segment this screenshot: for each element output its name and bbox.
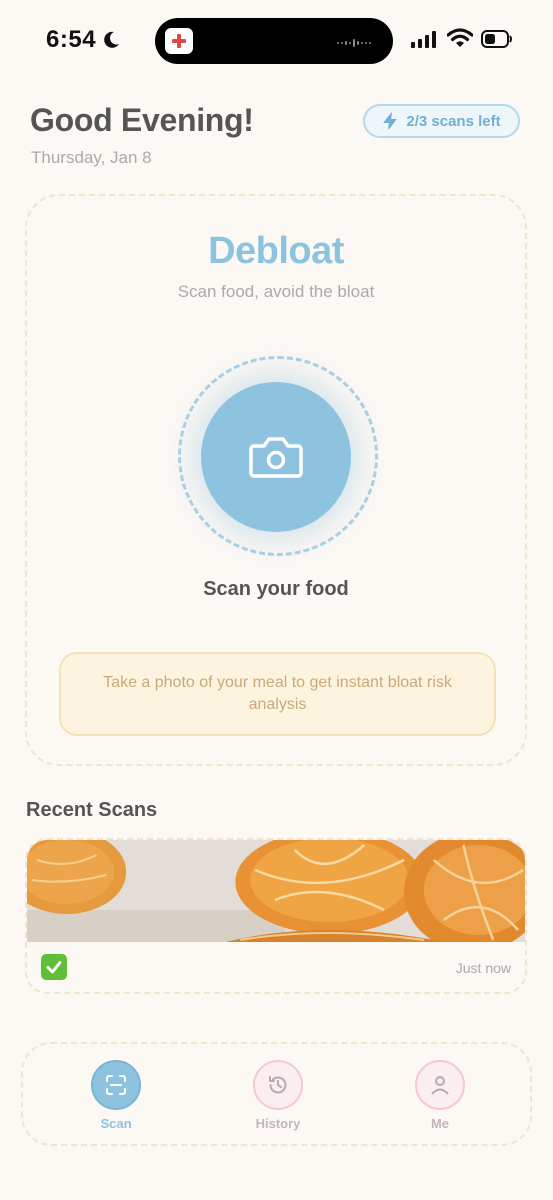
person-icon [431, 1076, 449, 1095]
check-mark-icon [41, 954, 67, 980]
scans-left-label: 2/3 scans left [406, 112, 501, 130]
wifi-icon [447, 28, 473, 47]
status-bar: 6:54 [0, 0, 553, 80]
app-title: Debloat [208, 230, 344, 272]
scans-left-badge[interactable]: 2/3 scans left [363, 104, 520, 138]
cellular-signal-icon [411, 30, 436, 48]
dynamic-island [155, 18, 393, 64]
recent-scans-heading: Recent Scans [26, 799, 158, 821]
scan-card: Debloat Scan food, avoid the bloat Scan … [25, 194, 527, 766]
health-app-icon [165, 28, 193, 54]
scan-camera-button[interactable] [201, 382, 351, 532]
scan-photo [27, 840, 525, 942]
status-time: 6:54 [46, 26, 97, 53]
audio-wave-icon [337, 39, 371, 47]
date-text: Thursday, Jan 8 [31, 148, 152, 167]
scan-label: Scan your food [203, 578, 349, 600]
camera-icon [249, 437, 303, 478]
tab-scan[interactable]: Scan [81, 1060, 151, 1136]
tab-bar: Scan History Me [21, 1042, 532, 1146]
tip-box: Take a photo of your meal to get instant… [59, 652, 496, 736]
lightning-icon [383, 112, 397, 130]
history-icon [269, 1076, 287, 1094]
battery-icon [481, 30, 512, 48]
app-subtitle: Scan food, avoid the bloat [177, 282, 375, 301]
moon-icon [104, 31, 119, 48]
scan-timestamp: Just now [455, 960, 511, 976]
recent-scan-item[interactable]: Just now [25, 838, 527, 994]
greeting-heading: Good Evening! [30, 102, 254, 138]
tab-history[interactable]: History [243, 1060, 313, 1136]
tab-label-scan: Scan [100, 1116, 132, 1131]
tab-label-me: Me [430, 1116, 450, 1131]
scan-icon [106, 1075, 126, 1095]
tab-me[interactable]: Me [405, 1060, 475, 1136]
tab-label-history: History [255, 1116, 301, 1131]
